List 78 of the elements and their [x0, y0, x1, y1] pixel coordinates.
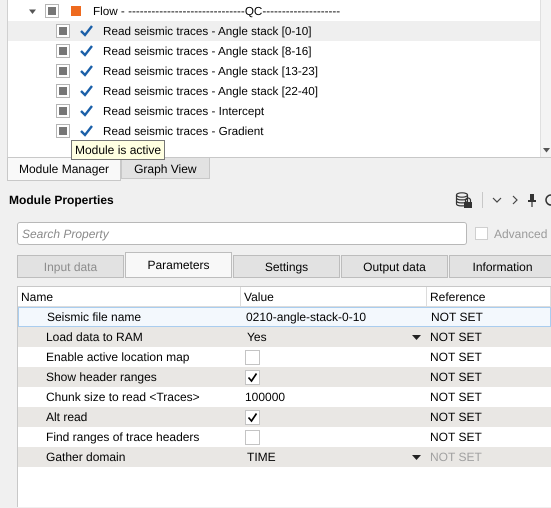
caret-icon[interactable]	[412, 334, 421, 340]
property-checkbox[interactable]	[245, 370, 260, 384]
table-row[interactable]: Load data to RAM Yes NOT SET	[18, 327, 551, 347]
reference-value: NOT SET	[430, 450, 482, 464]
column-header[interactable]: Name	[18, 287, 241, 306]
reference-value: NOT SET	[431, 310, 483, 324]
caret-icon[interactable]	[412, 454, 421, 460]
reference-value: NOT SET	[430, 410, 482, 424]
reference-value: NOT SET	[430, 430, 482, 444]
table-row[interactable]: Alt read NOT SET	[18, 407, 551, 427]
table-row[interactable]: Seismic file name 0210-angle-stack-0-10 NOT SET	[18, 307, 551, 327]
checkmark-icon	[80, 25, 93, 37]
property-name: Show header ranges	[46, 370, 157, 384]
tree-item[interactable]: Read seismic traces - Angle stack [13-23]	[8, 61, 540, 81]
module-toggle-icon[interactable]	[45, 4, 59, 18]
reference-value: NOT SET	[430, 390, 482, 404]
flow-icon	[71, 6, 81, 16]
table-row[interactable]: Gather domain TIME NOT SET	[18, 447, 551, 467]
chevron-down-icon[interactable]	[492, 196, 502, 204]
property-name: Enable active location map	[46, 350, 190, 364]
property-name: Chunk size to read <Traces>	[46, 390, 200, 404]
column-header[interactable]: Reference	[427, 287, 551, 306]
reference-value: NOT SET	[430, 370, 482, 384]
module-toggle-icon[interactable]	[56, 124, 70, 138]
tree-item[interactable]: Flow - ------------------------------QC--------------------	[8, 1, 540, 21]
module-toggle-icon[interactable]	[56, 84, 70, 98]
tree-label: Read seismic traces - Angle stack [8-16]	[103, 44, 312, 58]
module-toggle-icon[interactable]	[56, 64, 70, 78]
pin-icon[interactable]	[528, 193, 536, 207]
property-name: Find ranges of trace headers	[46, 430, 200, 444]
tooltip: Module is active	[71, 140, 166, 160]
tree-item[interactable]: Read seismic traces - Angle stack [0-10]	[8, 21, 540, 41]
tree-label: Read seismic traces - Angle stack [13-23]	[103, 64, 318, 78]
property-tab[interactable]: Parameters	[125, 252, 232, 278]
tree-item[interactable]: Read seismic traces - Intercept	[8, 101, 540, 121]
property-value[interactable]: Yes	[245, 330, 412, 344]
reference-value: NOT SET	[430, 330, 482, 344]
checkmark-icon	[80, 65, 93, 77]
tree-label: Read seismic traces - Intercept	[103, 104, 264, 118]
tree-label: Flow - ------------------------------QC--------------------	[93, 4, 340, 18]
tree-label: Read seismic traces - Angle stack [22-40]	[103, 84, 318, 98]
property-checkbox[interactable]	[245, 410, 260, 424]
scroll-down-icon[interactable]	[542, 148, 550, 153]
property-value[interactable]: 0210-angle-stack-0-10	[246, 310, 366, 324]
checkmark-icon	[80, 105, 93, 117]
checkmark-icon	[80, 85, 93, 97]
panel-title: Module Properties	[9, 193, 114, 207]
checkmark-icon	[80, 125, 93, 137]
scrollbar[interactable]	[540, 0, 551, 157]
panel-tab[interactable]: Graph View	[121, 158, 210, 179]
tree-item[interactable]: Read seismic traces - Angle stack [8-16]	[8, 41, 540, 61]
module-toggle-icon[interactable]	[56, 44, 70, 58]
property-tab[interactable]: Information	[449, 255, 551, 278]
module-toggle-icon[interactable]	[56, 24, 70, 38]
table-row[interactable]: Show header ranges NOT SET	[18, 367, 551, 387]
tree-label: Read seismic traces - Angle stack [0-10]	[103, 24, 312, 38]
property-value[interactable]: 100000	[245, 390, 286, 404]
property-tab[interactable]: Settings	[233, 255, 340, 278]
tree-label: Read seismic traces - Gradient	[103, 124, 264, 138]
search-field[interactable]: Search Property	[17, 222, 467, 245]
column-header[interactable]: Value	[241, 287, 427, 306]
property-name: Alt read	[46, 410, 88, 424]
tree-item[interactable]: Read seismic traces - Gradient	[8, 121, 540, 141]
property-value[interactable]: TIME	[245, 450, 412, 464]
panel-tab[interactable]: Module Manager	[7, 158, 122, 181]
database-lock-icon[interactable]	[455, 191, 473, 209]
chevron-right-icon[interactable]	[511, 195, 519, 205]
property-name: Load data to RAM	[46, 330, 143, 344]
tree-item[interactable]: Read seismic traces - Angle stack [22-40]	[8, 81, 540, 101]
checkmark-icon	[80, 45, 93, 57]
reference-value: NOT SET	[430, 350, 482, 364]
property-tab[interactable]: Output data	[341, 255, 448, 278]
property-name: Seismic file name	[47, 310, 142, 324]
property-checkbox[interactable]	[245, 350, 260, 364]
property-checkbox[interactable]	[245, 430, 260, 444]
expand-arrow-icon[interactable]	[28, 6, 37, 16]
property-name: Gather domain	[46, 450, 126, 464]
module-toggle-icon[interactable]	[56, 104, 70, 118]
